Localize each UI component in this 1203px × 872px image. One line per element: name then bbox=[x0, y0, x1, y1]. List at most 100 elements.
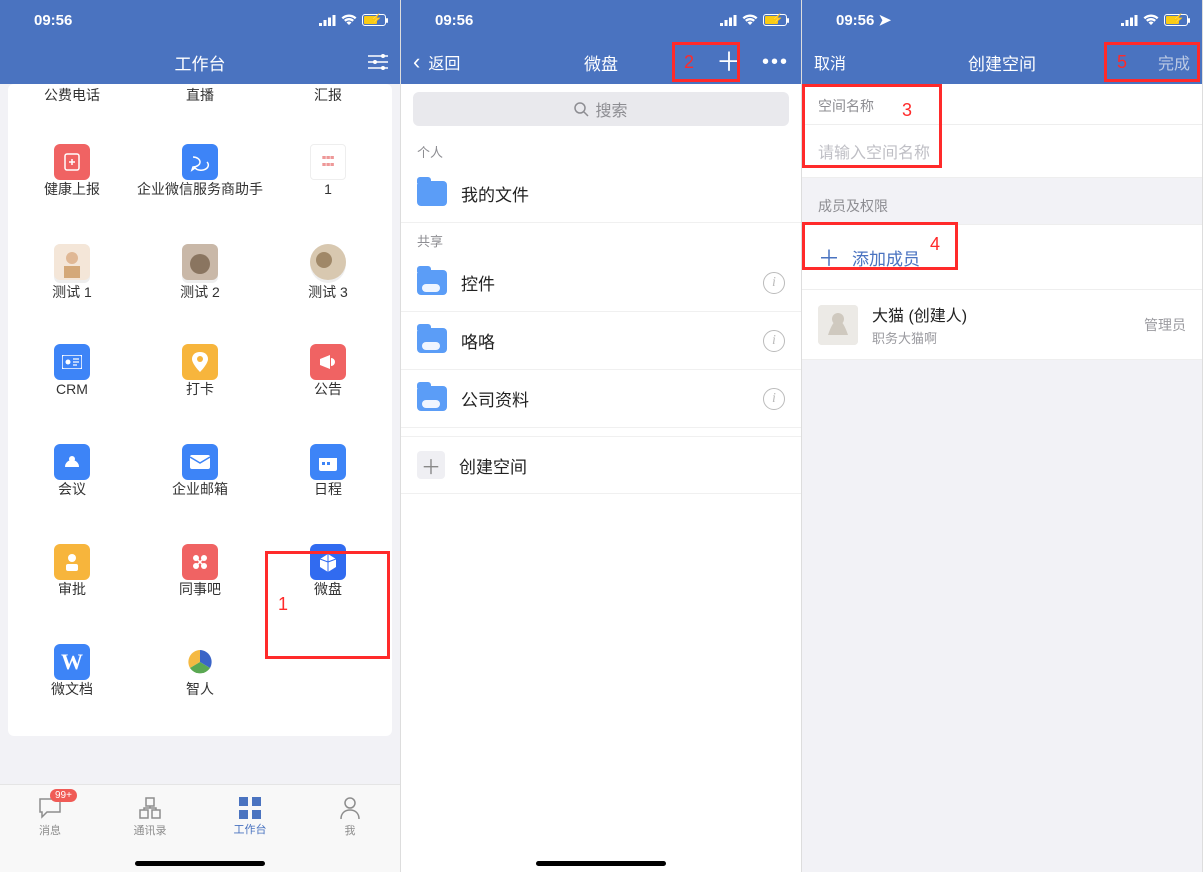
search-placeholder: 搜索 bbox=[595, 97, 627, 121]
chevron-left-icon: ‹ bbox=[413, 51, 420, 73]
avatar bbox=[818, 305, 858, 345]
shared-folder-icon bbox=[417, 386, 447, 411]
info-icon[interactable]: i bbox=[763, 388, 785, 410]
app-item-wedrive[interactable]: 微盘 bbox=[264, 536, 392, 636]
app-label: 会议 bbox=[58, 480, 86, 498]
nav-title: 创建空间 bbox=[904, 50, 1100, 75]
section-personal: 个人 bbox=[401, 134, 801, 165]
custom-app-icon: ≡≡≡≡≡≡ bbox=[310, 144, 346, 180]
health-report-icon bbox=[54, 144, 90, 180]
app-item[interactable]: 打卡 bbox=[136, 336, 264, 436]
tab-bar: 99+ 消息 通讯录 工作台 我 bbox=[0, 784, 400, 872]
app-label: 1 bbox=[324, 180, 332, 198]
cancel-button[interactable]: 取消 bbox=[814, 50, 846, 74]
app-item[interactable]: 日程 bbox=[264, 436, 392, 536]
space-name-label: 空间名称 bbox=[802, 84, 1202, 124]
shared-folder-icon bbox=[417, 270, 447, 295]
section-shared: 共享 bbox=[401, 223, 801, 254]
status-icons: ⚡ bbox=[720, 14, 787, 26]
app-label: 汇报 bbox=[314, 86, 342, 104]
app-item[interactable]: ≡≡≡≡≡≡ 1 bbox=[264, 136, 392, 236]
folder-label: 控件 bbox=[461, 270, 495, 295]
add-button[interactable]: ＋ bbox=[710, 49, 748, 75]
wifi-icon bbox=[1143, 14, 1159, 26]
app-label: 测试 3 bbox=[308, 283, 348, 301]
test3-icon bbox=[310, 244, 346, 283]
back-button[interactable]: ‹ 返回 bbox=[413, 50, 503, 74]
checkin-icon bbox=[182, 344, 218, 380]
app-label: 公告 bbox=[314, 380, 342, 398]
app-item[interactable]: 智人 bbox=[136, 636, 264, 736]
app-item[interactable]: CRM bbox=[8, 336, 136, 436]
info-icon[interactable]: i bbox=[763, 272, 785, 294]
wedrive-body: 搜索 个人 我的文件 共享 控件 i 咯咯 i 公司资料 i ＋ 创建空间 bbox=[401, 84, 801, 872]
tab-workbench[interactable]: 工作台 bbox=[200, 785, 300, 848]
tab-label: 通讯录 bbox=[134, 822, 167, 838]
badge: 99+ bbox=[50, 789, 77, 802]
app-item[interactable]: 企业微信服务商助手 bbox=[136, 136, 264, 236]
shared-folder[interactable]: 控件 i bbox=[401, 254, 801, 312]
shared-folder[interactable]: 咯咯 i bbox=[401, 312, 801, 370]
app-item[interactable]: 公告 bbox=[264, 336, 392, 436]
more-button[interactable]: ••• bbox=[754, 51, 789, 74]
create-space-body: 空间名称 请输入空间名称 成员及权限 ＋ 添加成员 大猫 (创建人) 职务大猫啊… bbox=[802, 84, 1202, 872]
tab-me[interactable]: 我 bbox=[300, 785, 400, 848]
member-name: 大猫 (创建人) bbox=[872, 302, 1130, 326]
app-item[interactable]: 审批 bbox=[8, 536, 136, 636]
test2-icon bbox=[182, 244, 218, 283]
crm-icon bbox=[54, 344, 90, 380]
shared-folder[interactable]: 公司资料 i bbox=[401, 370, 801, 428]
tab-label: 我 bbox=[345, 822, 356, 838]
app-item[interactable]: 测试 3 bbox=[264, 236, 392, 336]
member-role: 管理员 bbox=[1144, 315, 1186, 335]
space-name-input[interactable]: 请输入空间名称 bbox=[802, 124, 1202, 178]
add-member-button[interactable]: ＋ 添加成员 bbox=[802, 224, 1202, 290]
app-item[interactable]: 同事吧 bbox=[136, 536, 264, 636]
colleague-icon bbox=[182, 544, 218, 580]
app-item[interactable]: 测试 1 bbox=[8, 236, 136, 336]
meeting-icon bbox=[54, 444, 90, 480]
screen-wedrive: 09:56 ⚡ ‹ 返回 微盘 ＋ ••• 搜索 个人 我的文件 共享 bbox=[401, 0, 802, 872]
plus-icon: ＋ bbox=[417, 451, 445, 479]
folder-my-files[interactable]: 我的文件 bbox=[401, 165, 801, 223]
app-label: 公费电话 bbox=[44, 86, 100, 104]
app-item[interactable]: 健康上报 bbox=[8, 136, 136, 236]
app-item[interactable]: 公费电话 bbox=[8, 86, 136, 136]
create-space-row[interactable]: ＋ 创建空间 bbox=[401, 436, 801, 494]
home-indicator[interactable] bbox=[135, 861, 265, 866]
add-member-label: 添加成员 bbox=[852, 245, 920, 270]
app-item[interactable]: 测试 2 bbox=[136, 236, 264, 336]
tab-contacts[interactable]: 通讯录 bbox=[100, 785, 200, 848]
status-icons: ⚡ bbox=[319, 14, 386, 26]
app-item[interactable]: W 微文档 bbox=[8, 636, 136, 736]
wedrive-icon bbox=[310, 544, 346, 580]
app-item[interactable]: 直播 bbox=[136, 86, 264, 136]
settings-icon[interactable] bbox=[368, 54, 388, 70]
member-subtitle: 职务大猫啊 bbox=[872, 328, 1130, 347]
search-icon bbox=[574, 102, 589, 117]
wecom-service-icon bbox=[182, 144, 218, 180]
app-label: 企业邮箱 bbox=[172, 480, 228, 498]
plus-icon: ＋ bbox=[818, 241, 840, 273]
status-bar: 09:56 ➤ ⚡ bbox=[802, 0, 1202, 40]
app-item[interactable]: 汇报 bbox=[264, 86, 392, 136]
app-label: 打卡 bbox=[186, 380, 214, 398]
app-item[interactable]: 企业邮箱 bbox=[136, 436, 264, 536]
shared-folder-icon bbox=[417, 328, 447, 353]
member-row[interactable]: 大猫 (创建人) 职务大猫啊 管理员 bbox=[802, 290, 1202, 360]
app-label: 微盘 bbox=[314, 580, 342, 598]
app-label: 微文档 bbox=[51, 680, 93, 698]
app-label: 测试 1 bbox=[52, 283, 92, 301]
app-item[interactable]: 会议 bbox=[8, 436, 136, 536]
tab-messages[interactable]: 99+ 消息 bbox=[0, 785, 100, 848]
done-button[interactable]: 完成 bbox=[1158, 50, 1190, 74]
search-input[interactable]: 搜索 bbox=[413, 92, 789, 126]
navbar: 工作台 bbox=[0, 40, 400, 84]
info-icon[interactable]: i bbox=[763, 330, 785, 352]
home-indicator[interactable] bbox=[536, 861, 666, 866]
screen-create-space: 09:56 ➤ ⚡ 取消 创建空间 完成 空间名称 请输入空间名称 成员及权限 … bbox=[802, 0, 1203, 872]
battery-icon: ⚡ bbox=[1164, 14, 1188, 26]
app-label: 企业微信服务商助手 bbox=[137, 180, 263, 198]
app-grid: 公费电话 直播 汇报 健康上报 企业微信服务商助手 ≡≡≡≡≡≡ 1 测试 1 bbox=[8, 86, 392, 736]
nav-title: 微盘 bbox=[503, 50, 699, 75]
